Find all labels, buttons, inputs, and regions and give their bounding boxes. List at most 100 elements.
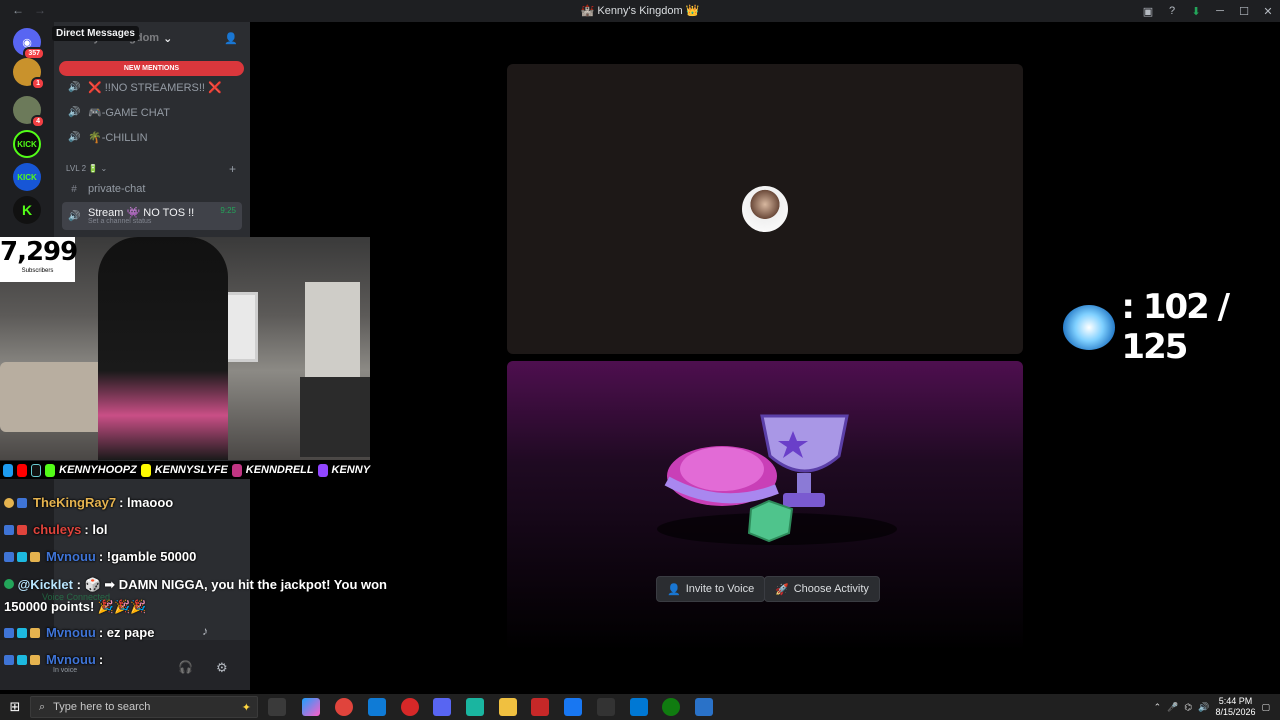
direct-messages-button[interactable]: ◉ 357 [13, 28, 45, 60]
xbox-icon[interactable] [662, 698, 680, 716]
social-handle: KENNDRELL [245, 464, 314, 476]
webcam-person [98, 237, 228, 460]
channel-chillin[interactable]: 🔊 🌴-CHILLIN [62, 126, 242, 148]
taskbar-search[interactable]: ⌕ Type here to search ✦ [30, 696, 258, 718]
discord-taskbar-icon[interactable] [433, 698, 451, 716]
socials-bar: KENNYHOOPZ KENNYSLYFE KENNDRELL KENNY [0, 461, 370, 479]
chat-text: : [98, 652, 104, 667]
channel-stream[interactable]: 🔊 Stream 👾 NO TOS !! 9:25 Set a channel … [62, 202, 242, 230]
goal-counter-text: : 102 / 125 [1121, 287, 1230, 367]
direct-messages-tooltip: Direct Messages [52, 26, 139, 41]
app-icon-4[interactable] [695, 698, 713, 716]
network-icon[interactable]: ⌬ [1184, 702, 1192, 713]
channel-game-chat[interactable]: 🔊 🎮-GAME CHAT [62, 101, 242, 123]
twitch-icon [317, 463, 328, 477]
file-explorer-icon[interactable] [499, 698, 517, 716]
participant-avatar[interactable] [740, 184, 790, 234]
webcam-couch [0, 362, 105, 432]
badge-icon [17, 551, 27, 562]
chat-message: Mvnouu : !gamble 50000 [4, 549, 196, 564]
windows-start-icon[interactable]: ⊞ [0, 699, 30, 715]
chevron-up-icon[interactable]: ⌃ [1154, 702, 1162, 713]
badge-icon [4, 579, 14, 589]
app-icon[interactable] [466, 698, 484, 716]
kick-server-icon[interactable]: KICK [13, 130, 41, 158]
chat-username: Mvnouu [46, 652, 96, 667]
chat-message: TheKingRay7 : lmaooo [4, 495, 173, 510]
outlook-icon[interactable] [630, 698, 648, 716]
badge-icon [4, 524, 14, 535]
channel-status[interactable]: Set a channel status [88, 218, 151, 225]
capcut-icon[interactable] [597, 698, 615, 716]
chrome-icon[interactable] [335, 698, 353, 716]
chat-text: : !gamble 50000 [98, 549, 197, 564]
chat-username: @Kicklet [17, 577, 73, 592]
download-icon[interactable]: ⬇ [1184, 5, 1208, 18]
k-server-icon[interactable]: K [13, 196, 41, 224]
badge-icon [30, 627, 40, 638]
tiktok-icon [30, 463, 42, 477]
minimize-icon[interactable]: ─ [1208, 5, 1232, 17]
server-icon-2[interactable]: 4 [13, 96, 45, 128]
badge-icon [4, 551, 14, 562]
twitter-icon [3, 463, 13, 477]
category-lvl2[interactable]: LVL 2 🔋 ⌄ [66, 164, 107, 173]
new-mentions-pill[interactable]: NEW MENTIONS [59, 61, 244, 76]
subscriber-label: Subscribers [21, 268, 54, 274]
badge-icon [4, 654, 14, 665]
headphones-icon[interactable]: 🎧 [178, 660, 193, 674]
server-badge: 1 [31, 77, 45, 90]
volume-icon[interactable]: 🔊 [1198, 702, 1209, 713]
subscriber-counter: 7,299 Subscribers [0, 237, 78, 282]
webcam-desk [300, 377, 370, 457]
window-title: 🏰 Kenny's Kingdom 👑 [580, 5, 700, 17]
add-user-icon: 👤 [667, 583, 681, 596]
copilot-icon[interactable] [302, 698, 320, 716]
settings-gear-icon[interactable]: ⚙ [216, 660, 228, 676]
notification-icon[interactable]: ▢ [1261, 702, 1270, 713]
chevron-down-icon: ⌄ [163, 32, 173, 45]
kick-server-icon-2[interactable]: KICK [13, 163, 41, 191]
obs-icon[interactable] [401, 698, 419, 716]
chat-username: chuleys [33, 522, 82, 537]
rocket-icon: 🚀 [775, 583, 789, 596]
crown-icon: 👑 [682, 5, 700, 17]
speaker-icon: 🔊 [68, 106, 81, 118]
clock-date: 8/15/2026 [1215, 707, 1256, 717]
search-placeholder: Type here to search [53, 701, 151, 713]
social-handle: KENNYSLYFE [154, 464, 228, 476]
trophy-illustration [657, 414, 897, 545]
choose-activity-button[interactable]: 🚀 Choose Activity [764, 576, 880, 602]
stream-timer: 9:25 [220, 206, 236, 215]
chat-message: @Kicklet : 🎲 ➡ DAMN NIGGA, you hit the j… [4, 574, 394, 618]
close-icon[interactable]: ✕ [1256, 5, 1280, 18]
invite-to-voice-button[interactable]: 👤 Invite to Voice [656, 576, 766, 602]
badge-icon [4, 497, 14, 508]
hash-icon: # [71, 183, 77, 195]
server-icon-1[interactable]: 1 [13, 58, 45, 90]
badge-icon [4, 627, 14, 638]
microphone-icon[interactable]: 🎤 [1167, 702, 1178, 713]
app-icon-3[interactable] [564, 698, 582, 716]
chat-username: TheKingRay7 [33, 495, 117, 510]
sparkle-icon: ✦ [241, 701, 251, 714]
task-view-icon[interactable] [268, 698, 286, 716]
goal-counter: : 102 / 125 [1063, 287, 1280, 367]
instagram-icon [231, 463, 242, 477]
channel-no-streamers[interactable]: 🔊 ❌ !!NO STREAMERS!! ❌ [62, 76, 242, 98]
soundboard-icon[interactable]: ♪ [202, 624, 208, 638]
store-icon[interactable] [368, 698, 386, 716]
maximize-icon[interactable]: ☐ [1232, 5, 1256, 18]
create-channel-icon[interactable]: + [229, 162, 236, 176]
badge-icon [17, 654, 27, 665]
add-member-icon[interactable]: 👤 [224, 32, 238, 45]
system-tray: ⌃ 🎤 ⌬ 🔊 5:44 PM 8/15/2026 ▢ [1154, 694, 1280, 720]
inbox-icon[interactable]: ▣ [1136, 5, 1160, 18]
taskbar-clock[interactable]: 5:44 PM 8/15/2026 [1215, 696, 1255, 718]
help-icon[interactable]: ? [1160, 5, 1184, 17]
chat-message: Mvnouu : [4, 652, 103, 667]
app-icon-2[interactable] [531, 698, 549, 716]
globe-logo-icon [1063, 304, 1116, 350]
channel-private-chat[interactable]: # private-chat [62, 178, 242, 200]
search-icon: ⌕ [39, 700, 46, 713]
